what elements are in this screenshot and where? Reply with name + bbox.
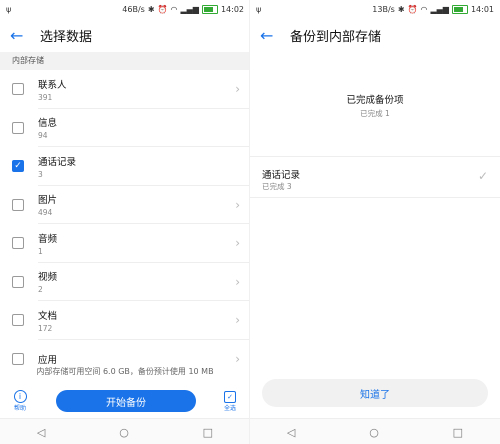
network-speed: 46B/s — [122, 4, 145, 14]
result-item-call-log: 通话记录 已完成 3 ✓ — [250, 156, 500, 198]
data-list: 联系人 391 › 信息 94 通话记录 3 — [0, 70, 250, 378]
help-button[interactable]: i 帮助 — [0, 390, 40, 412]
item-text: 应用 — [38, 352, 57, 366]
done-title: 已完成备份项 — [346, 95, 404, 106]
backup-complete-screen: ψ 13B/s ✱ ⏰ ◠ ▂▄▆ 14:01 ← 备份到内部存储 已完成备份项… — [250, 0, 500, 444]
list-item-documents[interactable]: 文档 172 › — [0, 301, 250, 340]
signal-icon: ▂▄▆ — [180, 4, 199, 14]
back-arrow-icon[interactable]: ← — [10, 26, 30, 45]
system-nav-bar: ◁ ○ □ — [250, 418, 500, 444]
battery-icon — [201, 4, 218, 14]
nav-back-icon[interactable]: ◁ — [37, 426, 45, 439]
item-text: 联系人 391 — [38, 77, 67, 102]
list-item-audio[interactable]: 音频 1 › — [0, 224, 250, 263]
page-title: 选择数据 — [40, 29, 93, 45]
item-label: 信息 — [38, 118, 58, 130]
list-item-messages[interactable]: 信息 94 — [0, 109, 250, 147]
chevron-right-icon[interactable]: › — [235, 352, 240, 366]
page-title: 备份到内部存储 — [290, 29, 382, 45]
app-bar: ← 备份到内部存储 — [250, 18, 500, 52]
signal-icon: ▂▄▆ — [430, 4, 449, 14]
wifi-icon: ◠ — [170, 4, 178, 14]
item-count: 94 — [38, 131, 48, 141]
usb-icon: ψ — [6, 4, 12, 14]
alarm-icon: ⏰ — [407, 4, 418, 14]
chevron-right-icon[interactable]: › — [235, 82, 240, 96]
item-label: 通话记录 — [262, 170, 301, 181]
checkbox[interactable] — [12, 275, 24, 288]
status-bar: ψ 46B/s ✱ ⏰ ◠ ▂▄▆ 14:02 — [0, 0, 250, 18]
item-label: 联系人 — [38, 79, 67, 91]
battery-icon — [451, 4, 468, 14]
checkbox[interactable] — [12, 314, 24, 327]
status-right: 46B/s ✱ ⏰ ◠ ▂▄▆ 14:02 — [122, 4, 244, 14]
select-all-label: 全选 — [223, 404, 236, 412]
ok-button[interactable]: 知道了 — [262, 379, 488, 407]
alarm-icon: ⏰ — [157, 4, 168, 14]
chevron-right-icon[interactable]: › — [235, 236, 240, 250]
bluetooth-icon: ✱ — [147, 4, 155, 14]
item-label: 文档 — [38, 310, 58, 322]
list-item-pictures[interactable]: 图片 494 › — [0, 186, 250, 224]
nav-recents-icon[interactable]: □ — [453, 426, 463, 439]
help-label: 帮助 — [13, 405, 26, 412]
status-right: 13B/s ✱ ⏰ ◠ ▂▄▆ 14:01 — [372, 4, 494, 14]
usb-icon: ψ — [256, 4, 262, 14]
section-header: 内部存储 — [0, 52, 250, 70]
item-text: 音频 1 — [38, 231, 57, 256]
clock: 14:01 — [470, 4, 494, 14]
item-label: 通话记录 — [38, 156, 77, 168]
clock: 14:02 — [220, 4, 244, 14]
item-label: 视频 — [38, 272, 58, 284]
network-speed: 13B/s — [372, 4, 395, 14]
item-count: 494 — [38, 208, 53, 218]
item-count: 已完成 3 — [262, 182, 292, 191]
storage-note: 内部存储可用空间 6.0 GB，备份预计使用 10 MB — [36, 367, 214, 376]
done-count: 已完成 1 — [360, 109, 390, 118]
item-text: 视频 2 — [38, 269, 57, 294]
list-item-contacts[interactable]: 联系人 391 › — [0, 70, 250, 109]
item-label: 音频 — [38, 233, 58, 245]
item-text: 信息 94 — [38, 115, 57, 140]
select-all-icon: ✓ — [224, 390, 236, 403]
item-count: 391 — [38, 92, 53, 102]
nav-back-icon[interactable]: ◁ — [287, 426, 295, 439]
bottom-action-bar: i 帮助 开始备份 ✓ 全选 — [0, 384, 250, 418]
info-icon: i — [13, 390, 27, 403]
start-backup-button[interactable]: 开始备份 — [56, 390, 196, 412]
nav-home-icon[interactable]: ○ — [119, 426, 129, 439]
back-arrow-icon[interactable]: ← — [260, 26, 280, 45]
chevron-right-icon[interactable]: › — [235, 198, 240, 212]
item-label: 图片 — [38, 195, 58, 207]
checkbox[interactable] — [12, 121, 24, 134]
item-text: 文档 172 — [38, 308, 57, 333]
checkbox[interactable] — [12, 352, 24, 365]
checkbox[interactable] — [12, 198, 24, 211]
item-count: 3 — [38, 169, 43, 179]
checkbox[interactable] — [12, 237, 24, 250]
screenshot: ψ 46B/s ✱ ⏰ ◠ ▂▄▆ 14:02 ← 选择数据 内部存储 联系人 … — [0, 0, 500, 444]
item-count: 172 — [38, 323, 53, 333]
list-item-call-log[interactable]: 通话记录 3 — [0, 147, 250, 186]
list-item-video[interactable]: 视频 2 › — [0, 263, 250, 301]
item-label: 应用 — [38, 354, 58, 366]
check-icon: ✓ — [477, 169, 488, 183]
select-all-button[interactable]: ✓ 全选 — [210, 390, 250, 412]
chevron-right-icon[interactable]: › — [235, 313, 240, 327]
nav-recents-icon[interactable]: □ — [203, 426, 213, 439]
status-bar: ψ 13B/s ✱ ⏰ ◠ ▂▄▆ 14:01 — [250, 0, 500, 18]
item-text: 图片 494 — [38, 192, 57, 217]
app-bar: ← 选择数据 — [0, 18, 250, 52]
checkbox-checked[interactable] — [12, 160, 24, 173]
item-count: 1 — [38, 246, 43, 256]
system-nav-bar: ◁ ○ □ — [0, 418, 250, 444]
wifi-icon: ◠ — [420, 4, 428, 14]
chevron-right-icon[interactable]: › — [235, 275, 240, 289]
bluetooth-icon: ✱ — [397, 4, 405, 14]
checkbox[interactable] — [12, 83, 24, 96]
item-text: 通话记录 3 — [38, 154, 76, 179]
nav-home-icon[interactable]: ○ — [369, 426, 379, 439]
select-data-screen: ψ 46B/s ✱ ⏰ ◠ ▂▄▆ 14:02 ← 选择数据 内部存储 联系人 … — [0, 0, 250, 444]
item-count: 2 — [38, 285, 43, 295]
